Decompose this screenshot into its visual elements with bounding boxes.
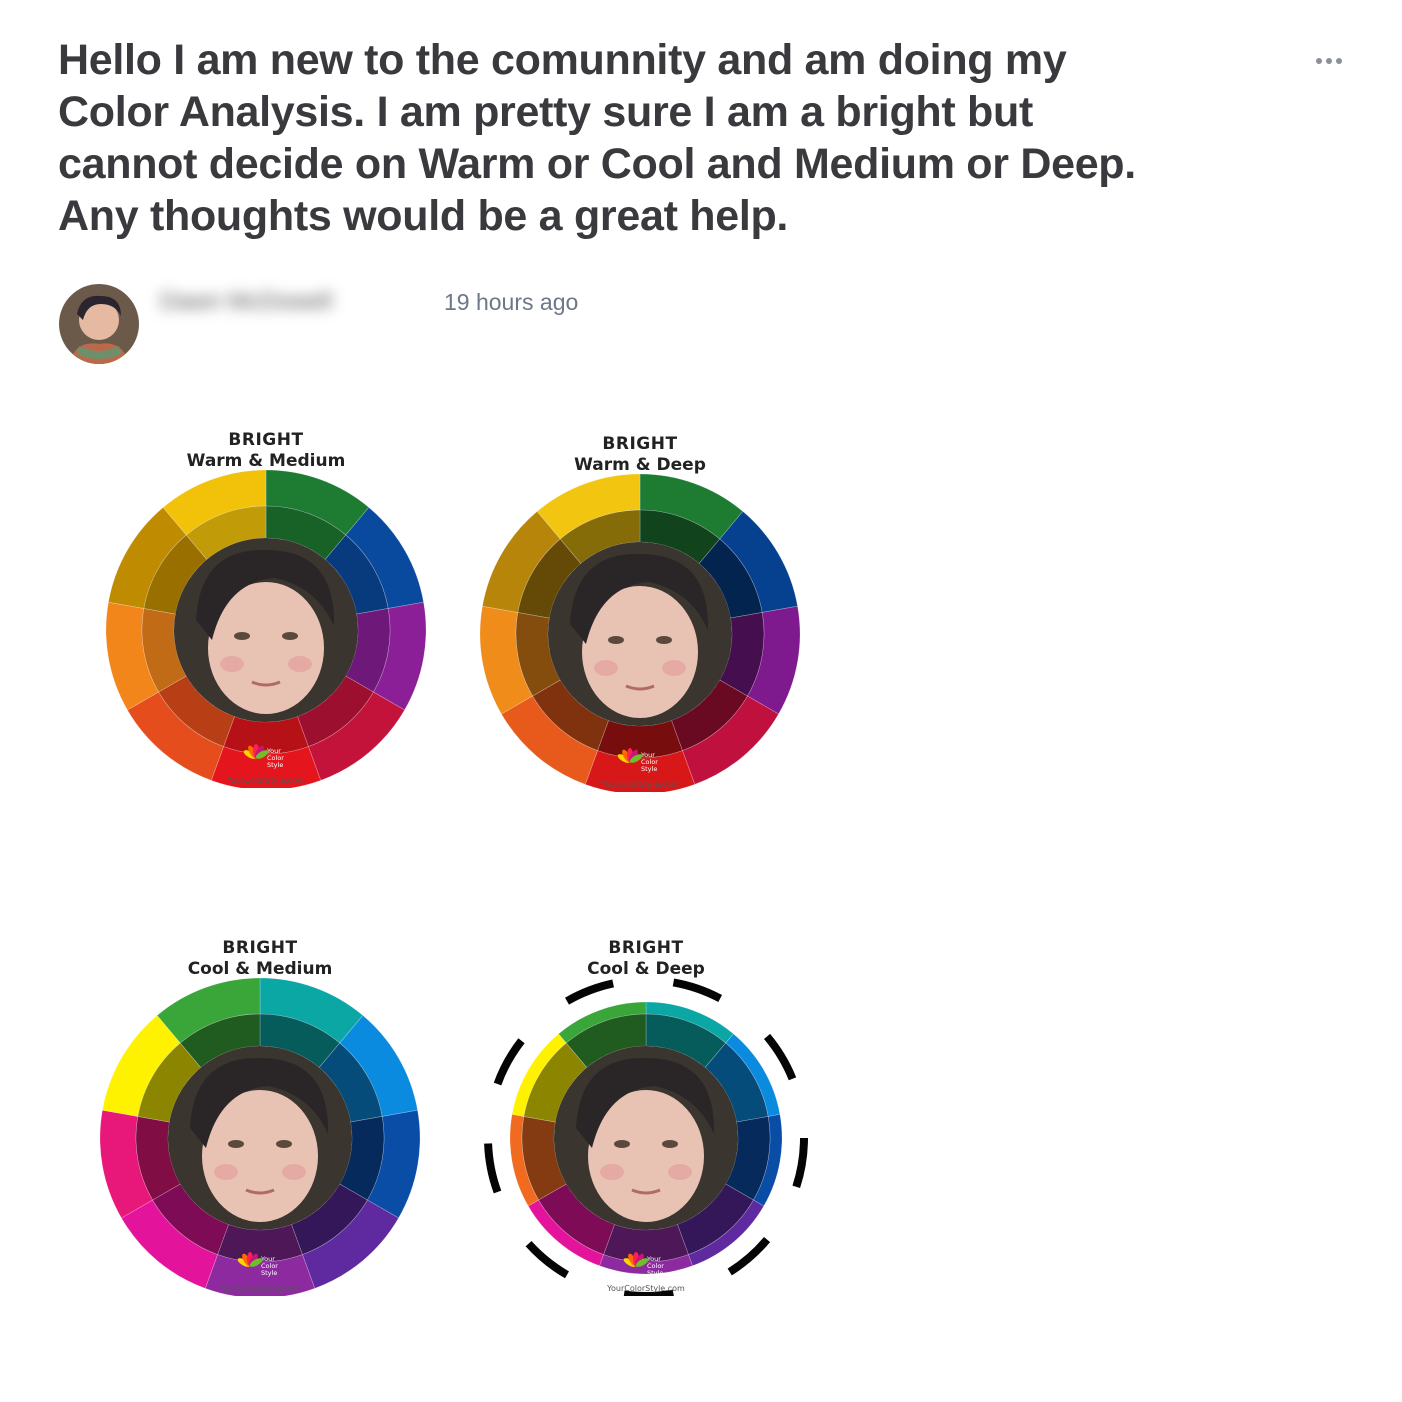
author-name[interactable]: Dawn McDowell [160,286,332,318]
color-wheel [99,977,421,1296]
color-wheel [105,469,427,788]
wheel-label-bright: BRIGHT [222,938,298,958]
wheel-notch [763,1033,797,1081]
site-label: YourColorStyle.com [607,1284,685,1293]
site-label: YourColorStyle.com [221,1284,299,1293]
color-wheel [484,978,808,1296]
wheel-notch [565,979,614,1005]
attachment-image[interactable]: BRIGHT Cool & Deep Your Color Style Your… [480,938,812,1308]
post-time: 19 hours ago [444,289,579,315]
brand-logo-text: Your Color Style [261,1255,278,1277]
wheel-segment-inner [217,1224,303,1263]
brand-logo-text: Your Color Style [267,747,284,769]
wheel-label-bright: BRIGHT [608,938,684,958]
wheel-notch [484,1143,502,1194]
attachment-image[interactable]: BRIGHT Warm & Deep Your Color Style Your… [474,434,806,804]
wheel-notch [525,1241,569,1279]
wheel-label-type: Warm & Medium [186,451,346,471]
post-page: Hello I am new to the comunnity and am d… [0,0,1402,1402]
wheel-notch [672,978,723,1003]
wheel-label-type: Warm & Deep [574,455,706,475]
avatar[interactable] [59,284,139,364]
more-horizontal-icon [1316,58,1322,64]
wheel-label-bright: BRIGHT [228,430,304,450]
more-icon-dot [1336,58,1342,64]
avatar-photo [59,284,139,364]
wheel-notch [727,1236,771,1276]
attachment-image[interactable]: BRIGHT Warm & Medium Your Color Style Yo… [100,430,432,800]
attachment-image[interactable]: BRIGHT Cool & Medium Your Color Style Yo… [94,938,426,1308]
site-label: YourColorStyle.com [601,780,679,789]
wheel-label-type: Cool & Medium [187,959,333,979]
wheel-segment-inner [603,1224,689,1263]
wheel-segment-inner [223,716,309,755]
brand-logo-text: Your Color Style [641,751,658,773]
wheel-label-bright: BRIGHT [602,434,678,454]
wheel-segment-inner [597,720,683,759]
site-label: YourColorStyle.com [227,776,305,785]
post-title: Hello I am new to the comunnity and am d… [58,36,1136,240]
more-options-button[interactable] [1308,46,1350,76]
color-wheel [479,473,801,792]
brand-logo-text: Your Color Style [647,1255,664,1277]
more-icon-dot [1326,58,1332,64]
wheel-notch [792,1138,808,1189]
wheel-label-type: Cool & Deep [587,959,705,979]
wheel-notch [493,1038,525,1086]
